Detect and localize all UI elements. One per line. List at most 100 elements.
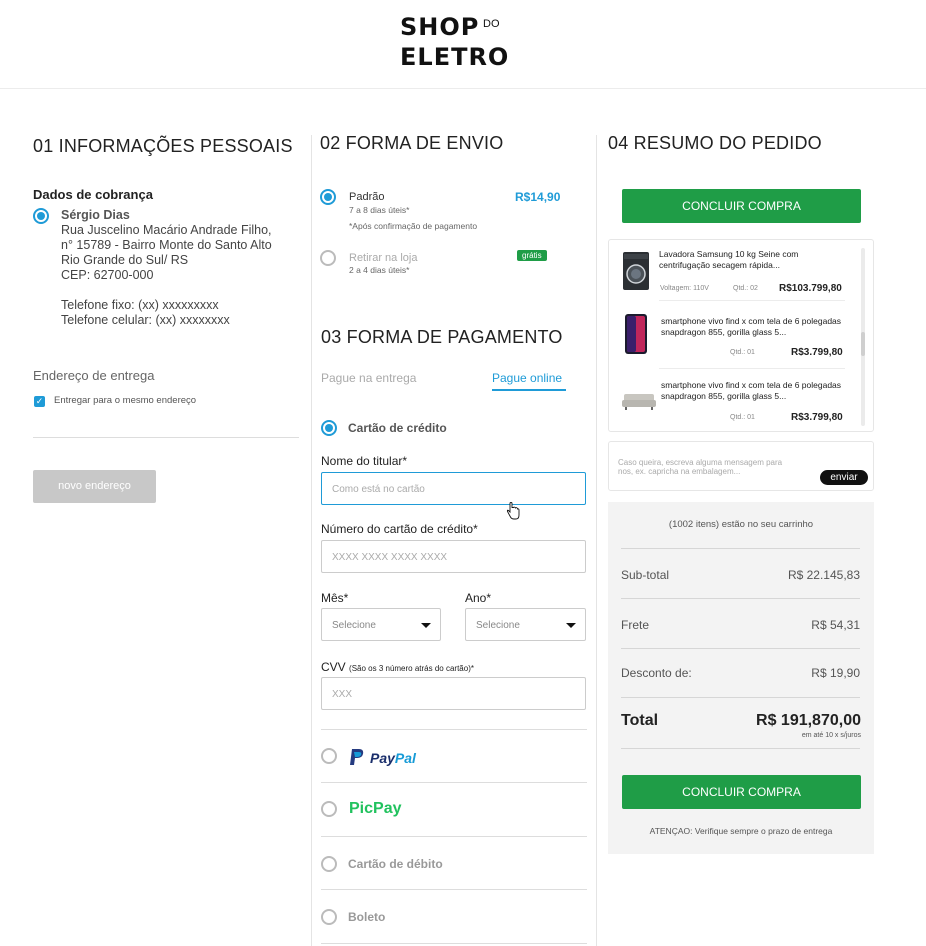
chevron-down-icon xyxy=(566,623,576,628)
shipping-pickup-radio[interactable] xyxy=(320,250,336,266)
checkout-button-bottom[interactable]: CONCLUIR COMPRA xyxy=(622,775,861,809)
message-placeholder: Caso queira, escreva alguma mensagem par… xyxy=(618,458,783,476)
divider xyxy=(621,697,860,698)
billing-address: Sérgio Dias Rua Juscelino Macário Andrad… xyxy=(61,208,272,328)
column-divider xyxy=(311,135,312,946)
cart-items-list[interactable]: Lavadora Samsung 10 kg Seine com centrif… xyxy=(608,239,874,432)
shipping-pickup-time: 2 a 4 dias úteis* xyxy=(349,265,410,275)
cvv-hint: (São os 3 número atrás do cartão)* xyxy=(349,664,474,673)
month-select[interactable]: Selecione xyxy=(321,608,441,641)
active-tab-underline xyxy=(492,389,566,391)
cart-item-name: Lavadora Samsung 10 kg Seine com centrif… xyxy=(659,249,799,270)
month-select-value: Selecione xyxy=(332,620,376,631)
delivery-title: Endereço de entrega xyxy=(33,368,155,383)
cart-item-price: R$3.799,80 xyxy=(791,412,843,423)
logo-line2: ELETRO xyxy=(400,43,510,71)
billing-phone: Telefone fixo: (xx) xxxxxxxxx xyxy=(61,298,219,312)
billing-city: Rio Grande do Sul/ RS xyxy=(61,253,189,267)
divider xyxy=(321,889,587,890)
total-label: Total xyxy=(621,712,659,729)
divider xyxy=(659,300,845,301)
shipping-standard-radio[interactable] xyxy=(320,189,336,205)
billing-cep: CEP: 62700-000 xyxy=(61,268,154,282)
billing-mobile: Telefone celular: (xx) xxxxxxxx xyxy=(61,313,230,327)
message-box[interactable]: Caso queira, escreva alguma mensagem par… xyxy=(608,441,874,491)
card-number-input[interactable]: XXXX XXXX XXXX XXXX xyxy=(321,540,586,573)
cart-count: (1002 itens) estão no seu carrinho xyxy=(668,519,814,530)
divider xyxy=(659,368,845,369)
holder-input[interactable]: Como está no cartão xyxy=(321,472,586,505)
subtotal-value: R$ 22.145,83 xyxy=(787,568,860,582)
order-totals-panel: (1002 itens) estão no seu carrinho Sub-t… xyxy=(608,502,874,854)
year-select-value: Selecione xyxy=(476,620,520,631)
divider xyxy=(321,943,587,944)
billing-number: n° 15789 - Bairro Monte do Santo Alto xyxy=(61,238,272,252)
credit-card-radio[interactable] xyxy=(321,420,337,436)
subtotal-label: Sub-total xyxy=(621,568,670,582)
checkout-button-top[interactable]: CONCLUIR COMPRA xyxy=(622,189,861,223)
delivery-warning: ATENÇAO: Verifique sempre o prazo de ent… xyxy=(649,826,833,836)
cart-item-name: smartphone vivo find x com tela de 6 pol… xyxy=(661,380,842,401)
tab-pay-on-delivery[interactable]: Pague na entrega xyxy=(321,371,416,385)
scrollbar-thumb[interactable] xyxy=(861,332,865,356)
new-address-button[interactable]: novo endereço xyxy=(33,470,156,503)
cart-item-qty: Qtd.: 01 xyxy=(730,414,755,421)
divider xyxy=(621,598,860,599)
order-summary-title: 04 RESUMO DO PEDIDO xyxy=(608,133,822,153)
cvv-input[interactable]: XXX xyxy=(321,677,586,710)
picpay-label: PicPay xyxy=(349,800,402,817)
paypal-pal: Pal xyxy=(394,750,416,766)
cart-item-price: R$103.799,80 xyxy=(779,283,842,294)
divider xyxy=(621,748,860,749)
divider xyxy=(33,437,299,438)
discount-value: R$ 19,90 xyxy=(811,666,860,680)
discount-label: Desconto de: xyxy=(621,666,692,680)
boleto-radio[interactable] xyxy=(321,909,337,925)
hand-cursor-icon xyxy=(506,502,520,520)
cart-item-voltage: Voltagem: 110V xyxy=(660,285,709,292)
same-address-checkbox[interactable]: ✓ xyxy=(34,396,45,407)
total-value: R$ 191,870,00 xyxy=(756,712,861,729)
send-message-button[interactable]: enviar xyxy=(820,470,868,485)
cart-item-name: smartphone vivo find x com tela de 6 pol… xyxy=(661,316,842,337)
washing-machine-icon xyxy=(623,252,649,290)
personal-info-title: 01 INFORMAÇÕES PESSOAIS xyxy=(33,136,293,156)
logo-small-text: DO xyxy=(483,18,500,30)
billing-address-radio[interactable] xyxy=(33,208,49,224)
billing-name: Sérgio Dias xyxy=(61,208,130,222)
divider xyxy=(621,548,860,549)
billing-title: Dados de cobrança xyxy=(33,187,153,202)
installments-note: em até 10 x s/juros xyxy=(801,732,861,739)
divider xyxy=(321,729,587,730)
shipping-standard-time: 7 a 8 dias úteis* xyxy=(349,205,410,215)
brand-logo[interactable]: SHOP DO ELETRO xyxy=(400,12,509,72)
shipping-title: 02 FORMA DE ENVIO xyxy=(320,133,504,153)
divider xyxy=(321,836,587,837)
shipping-pickup-label: Retirar na loja xyxy=(349,252,418,264)
debit-card-radio[interactable] xyxy=(321,856,337,872)
credit-card-label: Cartão de crédito xyxy=(348,421,447,435)
shipping-standard-note: *Após confirmação de pagamento xyxy=(349,221,478,231)
month-label: Mês* xyxy=(321,591,349,605)
smartphone-icon xyxy=(625,314,647,354)
picpay-radio[interactable] xyxy=(321,801,337,817)
cart-item-price: R$3.799,80 xyxy=(791,347,843,358)
cart-item-qty: Qtd.: 02 xyxy=(733,285,758,292)
holder-label: Nome do titular* xyxy=(321,454,408,468)
tab-pay-online[interactable]: Pague online xyxy=(492,371,562,385)
shipping-cost-label: Frete xyxy=(621,618,650,632)
cart-item-qty: Qtd.: 01 xyxy=(730,349,755,356)
divider xyxy=(621,648,860,649)
same-address-label: Entregar para o mesmo endereço xyxy=(54,395,197,406)
paypal-label: PayPal xyxy=(370,750,416,766)
year-select[interactable]: Selecione xyxy=(465,608,586,641)
card-number-label: Número do cartão de crédito* xyxy=(321,522,478,536)
cvv-label-text: CVV xyxy=(321,660,346,674)
paypal-icon xyxy=(350,749,364,765)
divider xyxy=(321,782,587,783)
year-label: Ano* xyxy=(465,591,492,605)
sofa-icon xyxy=(622,394,656,410)
paypal-radio[interactable] xyxy=(321,748,337,764)
site-header: SHOP DO ELETRO xyxy=(0,0,926,89)
paypal-pay: Pay xyxy=(370,750,395,766)
